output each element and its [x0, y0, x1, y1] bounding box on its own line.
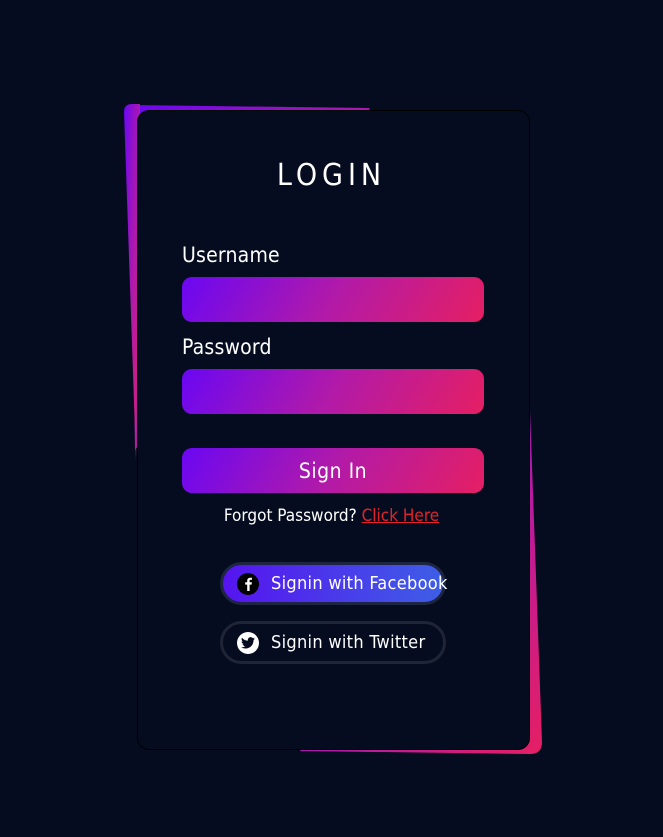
twitter-icon: [237, 631, 259, 654]
facebook-icon: [237, 572, 259, 595]
forgot-password: Forgot Password? Click Here: [0, 506, 663, 526]
twitter-signin-button[interactable]: Signin with Twitter: [220, 621, 446, 664]
password-input[interactable]: [182, 369, 484, 414]
login-page: LOGIN Username Password Sign In Forgot P…: [0, 0, 663, 837]
forgot-password-text: Forgot Password?: [223, 506, 357, 526]
forgot-password-link[interactable]: Click Here: [362, 506, 440, 526]
facebook-signin-button[interactable]: Signin with Facebook: [220, 562, 448, 605]
sign-in-button[interactable]: Sign In: [182, 448, 484, 493]
facebook-signin-label: Signin with Facebook: [271, 573, 448, 594]
login-title: LOGIN: [276, 158, 387, 193]
twitter-signin-label: Signin with Twitter: [271, 632, 426, 653]
password-label: Password: [182, 335, 272, 359]
username-label: Username: [182, 243, 280, 267]
username-input[interactable]: [182, 277, 484, 322]
